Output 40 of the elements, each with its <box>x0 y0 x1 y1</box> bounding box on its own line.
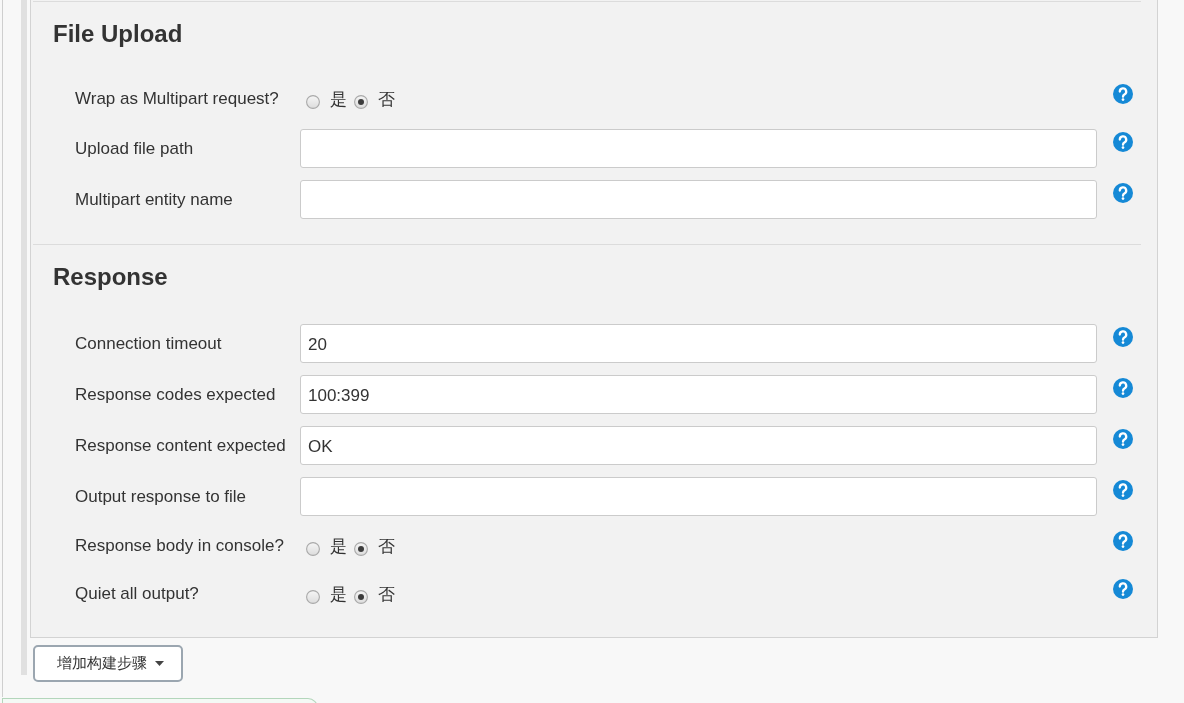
radio-option[interactable]: 是 <box>306 534 347 558</box>
help-icon[interactable] <box>1113 327 1133 347</box>
input-field[interactable] <box>300 477 1097 516</box>
field-label: Response content expected <box>75 435 286 456</box>
input-field[interactable]: 100:399 <box>300 375 1097 414</box>
field-label: Multipart entity name <box>75 189 233 210</box>
field-label: Response codes expected <box>75 384 276 405</box>
radio-option[interactable]: 否 <box>354 87 395 111</box>
help-icon[interactable] <box>1113 84 1133 104</box>
radio-icon[interactable] <box>306 541 320 556</box>
field-label: Quiet all output? <box>75 584 199 604</box>
radio-icon[interactable] <box>306 589 320 604</box>
field-label: Connection timeout <box>75 333 222 354</box>
input-field[interactable] <box>300 180 1097 219</box>
help-icon[interactable] <box>1113 429 1133 449</box>
field-label: Wrap as Multipart request? <box>75 89 279 109</box>
help-icon[interactable] <box>1113 378 1133 398</box>
caret-icon <box>154 661 164 666</box>
help-icon[interactable] <box>1113 132 1133 152</box>
input-field[interactable]: 20 <box>300 324 1097 363</box>
input-field[interactable]: OK <box>300 426 1097 465</box>
input-field[interactable] <box>300 129 1097 168</box>
field-label: Output response to file <box>75 486 247 507</box>
help-icon[interactable] <box>1113 183 1133 203</box>
field-label: Response body in console? <box>75 536 284 556</box>
help-icon[interactable] <box>1113 480 1133 500</box>
radio-icon[interactable] <box>354 541 368 556</box>
radio-icon[interactable] <box>354 94 368 109</box>
help-icon[interactable] <box>1113 531 1133 551</box>
radio-option[interactable]: 否 <box>354 534 395 558</box>
section-heading: File Upload <box>53 19 184 49</box>
field-label: Upload file path <box>75 138 194 159</box>
radio-option[interactable]: 是 <box>306 87 347 111</box>
add-build-step-button[interactable]: 增加构建步骤 <box>33 645 183 682</box>
section-heading: Response <box>53 262 169 292</box>
radio-icon[interactable] <box>306 94 320 109</box>
help-icon[interactable] <box>1113 579 1133 599</box>
radio-icon[interactable] <box>354 589 368 604</box>
radio-option[interactable]: 是 <box>306 582 347 606</box>
radio-option[interactable]: 否 <box>354 582 395 606</box>
